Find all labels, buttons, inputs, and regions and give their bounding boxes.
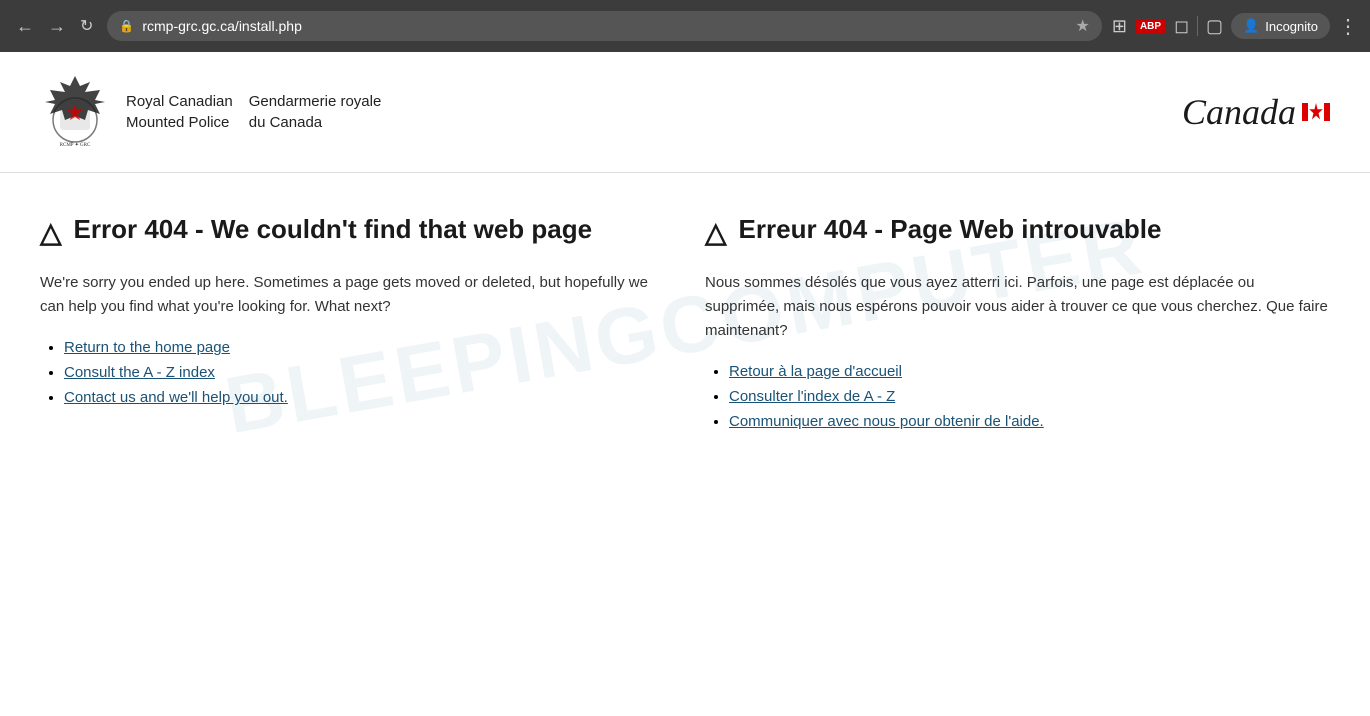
list-item: Consulter l'index de A - Z	[729, 388, 1330, 405]
main-content: BLEEPINGCOMPUTER △ Error 404 - We couldn…	[0, 173, 1370, 478]
french-link-home[interactable]: Retour à la page d'accueil	[729, 363, 902, 380]
incognito-label: Incognito	[1265, 19, 1318, 34]
english-link-contact[interactable]: Contact us and we'll help you out.	[64, 389, 288, 406]
org-names: Royal CanadianMounted Police Gendarmerie…	[126, 91, 381, 133]
rcmp-crest-logo: RCMP ✦ GRC	[40, 72, 110, 152]
browser-chrome: ← → ↻ 🔒 ★ ⊞ ABP ◻ ▢ 👤 Incognito ⋮	[0, 0, 1370, 52]
browser-actions: ⊞ ABP ◻ ▢ 👤 Incognito ⋮	[1112, 13, 1358, 39]
list-item: Contact us and we'll help you out.	[64, 389, 665, 406]
english-error-heading: △ Error 404 - We couldn't find that web …	[40, 213, 665, 251]
incognito-icon: 👤	[1243, 18, 1259, 34]
english-error-links: Return to the home page Consult the A - …	[40, 339, 665, 406]
canada-text: Canada	[1182, 91, 1296, 133]
forward-button[interactable]: →	[44, 13, 70, 39]
adblock-badge[interactable]: ABP	[1135, 19, 1166, 34]
back-button[interactable]: ←	[12, 13, 38, 39]
french-link-az[interactable]: Consulter l'index de A - Z	[729, 388, 895, 405]
sidebar-toggle-icon[interactable]: ▢	[1206, 16, 1223, 37]
address-bar-container: 🔒 ★	[107, 11, 1101, 41]
org-name-english: Royal CanadianMounted Police	[126, 91, 233, 133]
french-link-contact[interactable]: Communiquer avec nous pour obtenir de l'…	[729, 413, 1044, 430]
list-item: Retour à la page d'accueil	[729, 363, 1330, 380]
address-bar-input[interactable]	[142, 18, 1067, 34]
canada-wordmark: Canada	[1182, 91, 1330, 133]
list-item: Return to the home page	[64, 339, 665, 356]
french-error-links: Retour à la page d'accueil Consulter l'i…	[705, 363, 1330, 430]
incognito-button[interactable]: 👤 Incognito	[1231, 13, 1330, 39]
reload-button[interactable]: ↻	[76, 12, 97, 40]
browser-menu-button[interactable]: ⋮	[1338, 14, 1358, 39]
nav-buttons: ← → ↻	[12, 12, 97, 40]
logo-section: RCMP ✦ GRC Royal CanadianMounted Police …	[40, 72, 381, 152]
warning-icon-fr: △	[705, 215, 727, 251]
org-name-french: Gendarmerie royaledu Canada	[249, 91, 382, 133]
french-error-heading: △ Erreur 404 - Page Web introuvable	[705, 213, 1330, 251]
list-item: Consult the A - Z index	[64, 364, 665, 381]
list-item: Communiquer avec nous pour obtenir de l'…	[729, 413, 1330, 430]
french-column: △ Erreur 404 - Page Web introuvable Nous…	[705, 213, 1330, 438]
page-wrapper: RCMP ✦ GRC Royal CanadianMounted Police …	[0, 52, 1370, 716]
english-column: △ Error 404 - We couldn't find that web …	[40, 213, 665, 438]
lock-icon: 🔒	[119, 19, 134, 33]
english-link-home[interactable]: Return to the home page	[64, 339, 230, 356]
french-error-description: Nous sommes désolés que vous ayez atterr…	[705, 271, 1330, 343]
toolbar-divider	[1197, 16, 1198, 36]
english-error-description: We're sorry you ended up here. Sometimes…	[40, 271, 665, 319]
tab-search-icon[interactable]: ⊞	[1112, 16, 1127, 37]
svg-text:RCMP ✦ GRC: RCMP ✦ GRC	[60, 142, 91, 148]
bookmark-icon[interactable]: ★	[1076, 16, 1090, 36]
english-link-az[interactable]: Consult the A - Z index	[64, 364, 215, 381]
extensions-icon[interactable]: ◻	[1174, 16, 1189, 37]
canada-flag-icon	[1302, 103, 1330, 121]
warning-icon-en: △	[40, 215, 62, 251]
site-header: RCMP ✦ GRC Royal CanadianMounted Police …	[0, 52, 1370, 173]
